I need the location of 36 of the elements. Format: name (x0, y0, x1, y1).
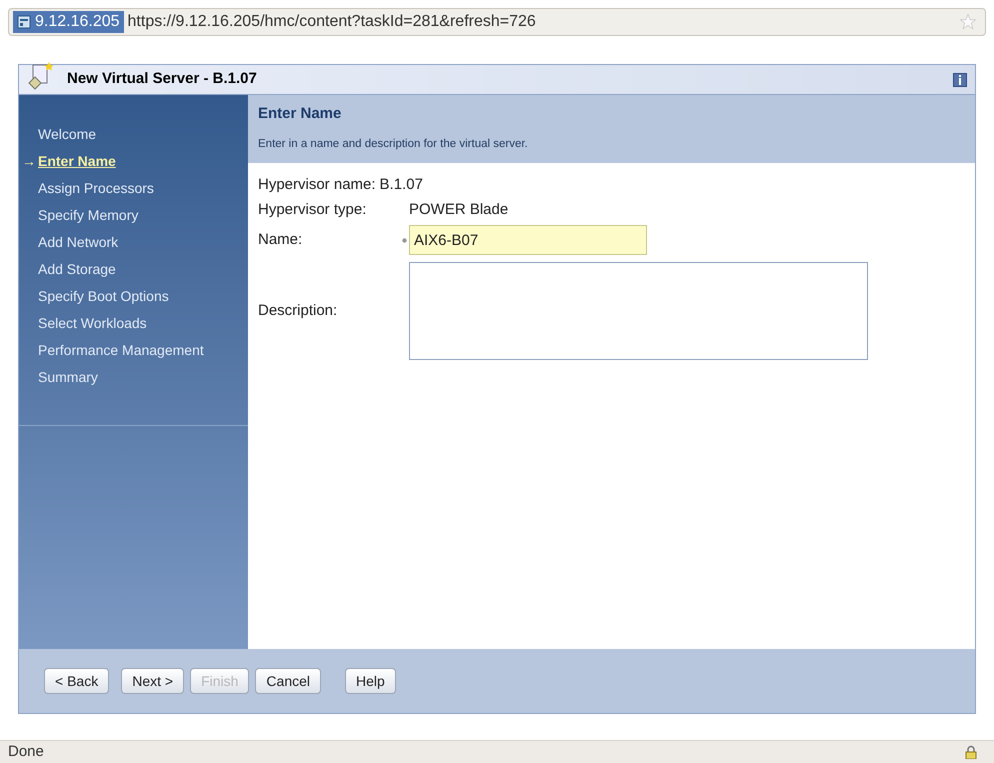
address-bar[interactable]: 9.12.16.205 https://9.12.16.205/hmc/content?taskId=281&refresh=726 (8, 8, 986, 36)
wizard-step[interactable]: Enter Name (38, 151, 116, 172)
wizard-button[interactable]: Cancel (255, 668, 322, 694)
wizard-button[interactable]: Help (345, 668, 396, 694)
window-title: New Virtual Server - B.1.07 (67, 69, 257, 90)
info-value: B.1.07 (380, 175, 423, 196)
wizard-icon (27, 60, 55, 90)
url-text: https://9.12.16.205/hmc/content?taskId=281&refresh=726 (128, 12, 536, 32)
status-text: Done (8, 742, 44, 762)
current-step-arrow: → (22, 152, 36, 171)
name-label: Name: (258, 230, 304, 250)
wizard-step[interactable]: Add Storage (38, 259, 116, 280)
description-field[interactable] (409, 262, 868, 360)
wizard-button[interactable]: Next > (121, 668, 184, 694)
wizard-step[interactable]: Specify Memory (38, 205, 138, 226)
info-icon (958, 74, 962, 84)
info-label: Hypervisor type: (258, 200, 368, 220)
wizard-step[interactable]: Welcome (38, 124, 96, 145)
wizard-step[interactable]: Assign Processors (38, 178, 154, 199)
wizard-step[interactable]: Summary (38, 367, 98, 388)
description-label: Description: (258, 300, 338, 321)
star-icon[interactable] (959, 13, 977, 31)
info-label: Hypervisor name: (258, 175, 376, 196)
page-icon (17, 15, 31, 29)
wizard-step[interactable]: Performance Management (38, 340, 204, 361)
info-value: POWER Blade (409, 200, 508, 220)
wizard-step[interactable]: Select Workloads (38, 313, 147, 334)
wizard-button[interactable]: < Back (44, 668, 110, 694)
wizard-step[interactable]: Add Network (38, 232, 118, 253)
info-button[interactable] (953, 72, 967, 86)
page-subtitle: Enter in a name and description for the virtual server. (258, 136, 529, 152)
site-identity-button[interactable]: 9.12.16.205 (13, 11, 124, 33)
wizard-step[interactable]: Specify Boot Options (38, 286, 169, 307)
lock-icon (964, 745, 978, 759)
name-field[interactable]: AIX6-B07 (409, 225, 647, 255)
page-title: Enter Name (258, 104, 342, 124)
